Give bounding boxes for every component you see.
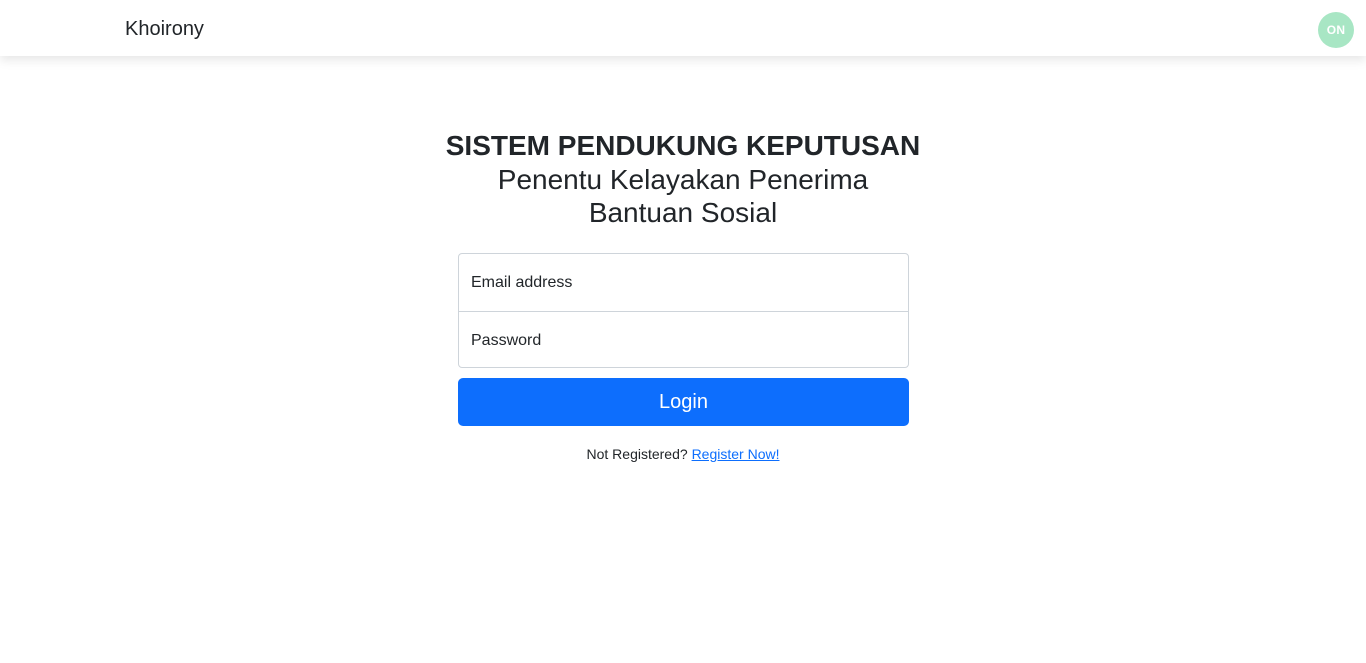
top-navbar: Khoirony ON	[0, 0, 1366, 56]
email-field[interactable]	[459, 254, 908, 311]
brand-link[interactable]: Khoirony	[125, 17, 204, 41]
page-title: SISTEM PENDUKUNG KEPUTUSAN	[445, 130, 921, 161]
password-field[interactable]	[459, 312, 908, 369]
login-button[interactable]: Login	[458, 378, 909, 426]
page-subtitle: Penentu Kelayakan Penerima Bantuan Sosia…	[497, 164, 869, 228]
register-prompt-text: Not Registered?	[586, 446, 688, 462]
login-form	[458, 253, 909, 369]
user-avatar[interactable]: ON	[1318, 12, 1354, 48]
register-link[interactable]: Register Now!	[692, 446, 780, 462]
login-page: SISTEM PENDUKUNG KEPUTUSAN Penentu Kelay…	[0, 56, 1366, 663]
page-heading: SISTEM PENDUKUNG KEPUTUSAN Penentu Kelay…	[0, 129, 1366, 229]
register-prompt: Not Registered? Register Now!	[0, 445, 1366, 463]
